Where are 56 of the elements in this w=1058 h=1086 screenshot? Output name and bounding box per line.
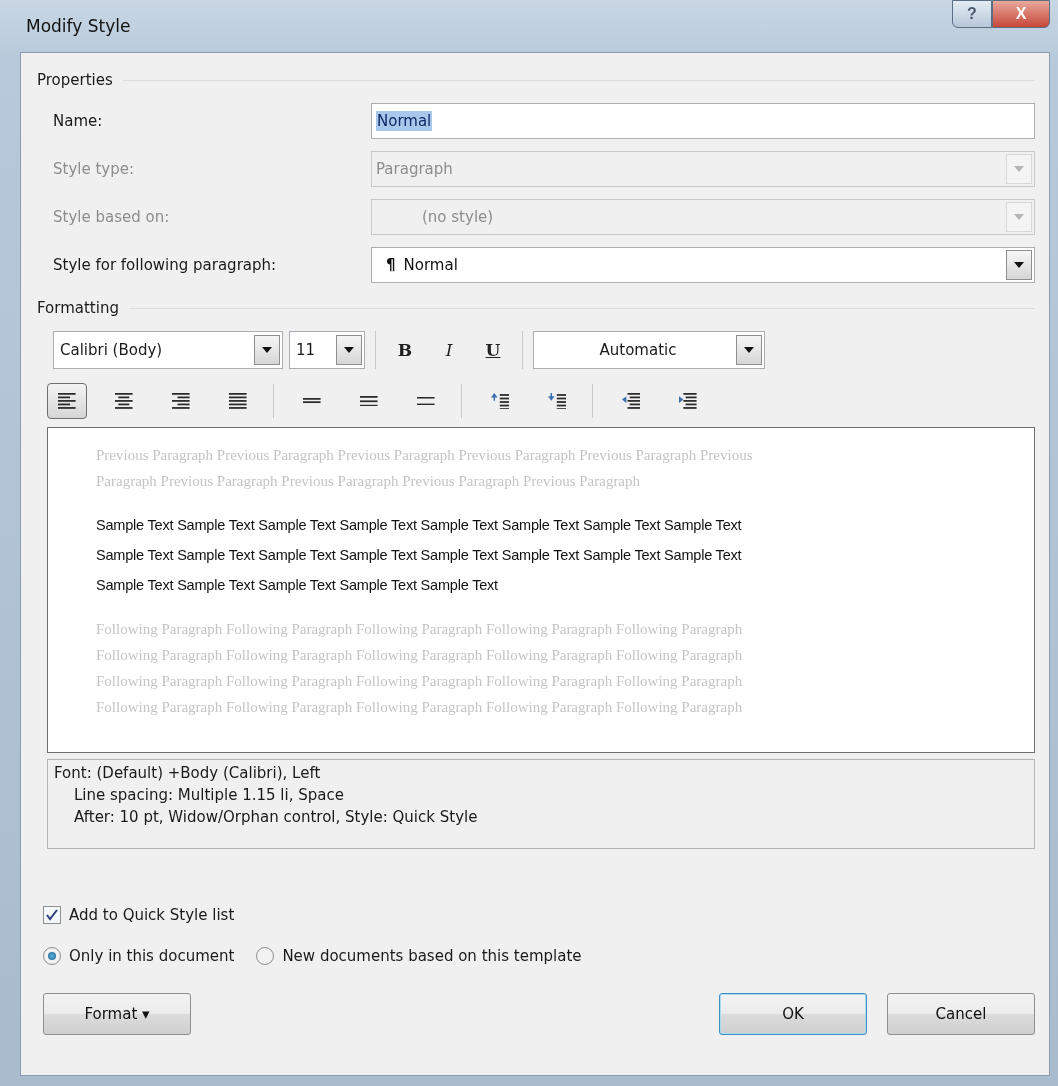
help-button[interactable]: ? [952, 0, 992, 28]
checkbox-label: Add to Quick Style list [69, 906, 235, 924]
underline-button[interactable]: U [474, 332, 512, 368]
field-label: Name: [53, 112, 104, 130]
description-text: Font: (Default) +Body (Calibri), Left [54, 763, 322, 784]
checkbox[interactable] [43, 906, 61, 924]
preview-text: Following Paragraph Following Paragraph Following Paragraph Following Paragraph Following Paragraph [96, 698, 744, 717]
bold-button[interactable]: B [386, 332, 424, 368]
preview-text: Previous Paragraph Previous Paragraph Previous Paragraph Previous Paragraph Previous Paragraph Previous [96, 446, 754, 465]
preview-text: Following Paragraph Following Paragraph Following Paragraph Following Paragraph Following Paragraph [96, 646, 744, 665]
caret-icon [1014, 262, 1024, 268]
preview-text: Following Paragraph Following Paragraph Following Paragraph Following Paragraph Following Paragraph [96, 620, 744, 639]
field-label: Style based on: [53, 208, 171, 226]
align-right-icon [172, 393, 190, 409]
increase-indent-icon [679, 393, 697, 409]
dropdown-field[interactable]: ¶ Normal [371, 247, 1035, 283]
field-label: Style type: [53, 160, 135, 178]
font-dropdown[interactable]: Calibri (Body) [53, 331, 283, 369]
check-icon [46, 909, 58, 921]
radio-label: New documents based on this template [282, 947, 582, 965]
caret-icon [262, 347, 272, 353]
italic-button[interactable]: I [430, 332, 468, 368]
field-label: Style for following paragraph: [53, 256, 278, 274]
size-dropdown[interactable]: 11 [289, 331, 365, 369]
sample-text: Sample Text Sample Text Sample Text Sample Text Sample Text Sample Text Sample Text Sample Text [96, 546, 743, 565]
group-title: Formatting [37, 299, 119, 317]
decrease-indent-icon [621, 393, 641, 409]
align-left-icon [58, 393, 76, 409]
toolbar-button[interactable] [47, 383, 87, 419]
caret-icon [344, 347, 354, 353]
radio-label: Only in this document [69, 947, 235, 965]
preview-text: Paragraph Previous Paragraph Previous Paragraph Previous Paragraph Previous Paragraph [96, 472, 642, 491]
group-title: Properties [37, 71, 113, 89]
cancel-button[interactable]: Cancel [887, 993, 1035, 1035]
name-field[interactable]: Normal [371, 103, 1035, 139]
window-title: Modify Style [26, 16, 131, 36]
preview-text: Following Paragraph Following Paragraph Following Paragraph Following Paragraph Following Paragraph [96, 672, 744, 691]
description-text: After: 10 pt, Widow/Orphan control, Style: Quick Style [73, 807, 479, 828]
line-spacing-icon [417, 396, 435, 406]
color-dropdown[interactable]: Automatic [533, 331, 765, 369]
caret-icon [744, 347, 754, 353]
caret-icon [1014, 214, 1024, 220]
spacing-before-icon [490, 392, 510, 410]
line-spacing-icon [360, 395, 378, 407]
caret-icon [1014, 166, 1024, 172]
radio-button[interactable] [43, 947, 61, 965]
sample-text: Sample Text Sample Text Sample Text Sample Text Sample Text Sample Text Sample Text Sample Text [96, 516, 743, 535]
line-spacing-icon [303, 398, 321, 404]
justify-icon [229, 393, 247, 409]
description-text: Line spacing: Multiple 1.15 li, Space [73, 785, 345, 806]
radio-button[interactable] [256, 947, 275, 965]
sample-text: Sample Text Sample Text Sample Text Sample Text Sample Text [96, 576, 499, 595]
format-button[interactable]: Format ▾ [43, 993, 191, 1035]
align-center-icon [115, 393, 133, 409]
spacing-after-icon [547, 392, 567, 410]
ok-button[interactable]: OK [719, 993, 867, 1035]
